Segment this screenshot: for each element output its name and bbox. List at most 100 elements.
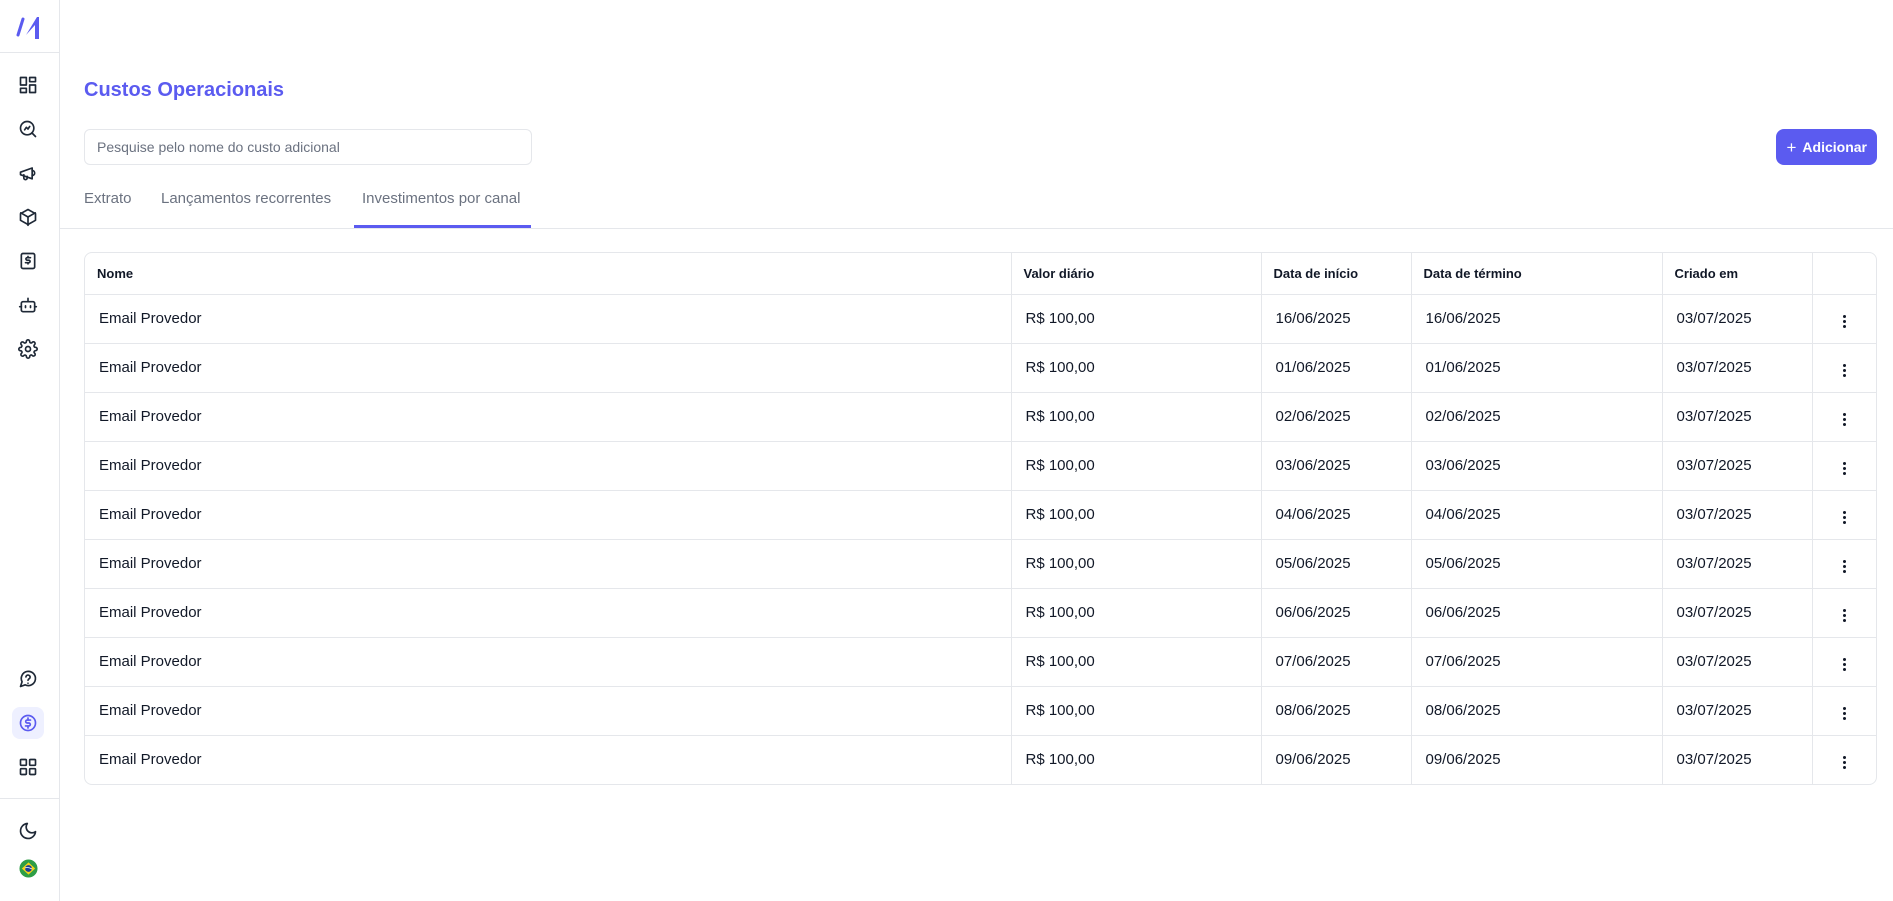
column-header-criado-em[interactable]: Criado em [1662, 253, 1813, 295]
more-options-icon[interactable] [1835, 703, 1854, 724]
cell-data-inicio: 09/06/2025 [1261, 735, 1412, 784]
table-body: Email Provedor R$ 100,00 16/06/2025 16/06/2… [85, 294, 1876, 784]
table-row[interactable]: Email Provedor R$ 100,00 09/06/2025 09/06/2… [85, 735, 1876, 784]
cell-data-inicio: 07/06/2025 [1261, 637, 1412, 687]
more-options-icon[interactable] [1835, 458, 1854, 479]
cell-criado-em: 03/07/2025 [1662, 441, 1813, 491]
cell-actions [1812, 392, 1876, 442]
cell-data-termino: 01/06/2025 [1411, 343, 1663, 393]
cell-nome: Email Provedor [85, 441, 1012, 491]
cell-data-termino: 02/06/2025 [1411, 392, 1663, 442]
more-options-icon[interactable] [1835, 507, 1854, 528]
column-header-valor-diario[interactable]: Valor diário [1011, 253, 1262, 295]
sidebar [0, 0, 60, 901]
settings-icon[interactable] [12, 333, 44, 365]
cell-actions [1812, 588, 1876, 638]
cell-criado-em: 03/07/2025 [1662, 637, 1813, 687]
table-row[interactable]: Email Provedor R$ 100,00 04/06/2025 04/06/2… [85, 490, 1876, 540]
table-row[interactable]: Email Provedor R$ 100,00 02/06/2025 02/06/2… [85, 392, 1876, 442]
dollar-circle-icon[interactable] [12, 707, 44, 739]
cell-actions [1812, 343, 1876, 393]
cell-valor-diario: R$ 100,00 [1011, 392, 1262, 442]
cell-actions [1812, 735, 1876, 784]
help-chat-icon[interactable] [12, 663, 44, 695]
cell-criado-em: 03/07/2025 [1662, 539, 1813, 589]
table-row[interactable]: Email Provedor R$ 100,00 01/06/2025 01/06/2… [85, 343, 1876, 393]
cell-data-termino: 03/06/2025 [1411, 441, 1663, 491]
cell-valor-diario: R$ 100,00 [1011, 637, 1262, 687]
column-header-actions [1812, 253, 1876, 295]
more-options-icon[interactable] [1835, 752, 1854, 773]
package-icon[interactable] [12, 201, 44, 233]
table-row[interactable]: Email Provedor R$ 100,00 07/06/2025 07/06/2… [85, 637, 1876, 687]
app-logo[interactable] [0, 0, 59, 53]
cell-data-inicio: 06/06/2025 [1261, 588, 1412, 638]
cell-data-termino: 08/06/2025 [1411, 686, 1663, 736]
cell-criado-em: 03/07/2025 [1662, 686, 1813, 736]
more-options-icon[interactable] [1835, 556, 1854, 577]
more-options-icon[interactable] [1835, 654, 1854, 675]
cell-actions [1812, 539, 1876, 589]
cell-criado-em: 03/07/2025 [1662, 588, 1813, 638]
sidebar-divider [0, 798, 59, 799]
table-row[interactable]: Email Provedor R$ 100,00 06/06/2025 06/06/2… [85, 588, 1876, 638]
cell-valor-diario: R$ 100,00 [1011, 539, 1262, 589]
megaphone-icon[interactable] [12, 157, 44, 189]
dashboard-icon[interactable] [12, 69, 44, 101]
tab-investimentos-por-canal[interactable]: Investimentos por canal [354, 183, 531, 228]
cell-data-inicio: 04/06/2025 [1261, 490, 1412, 540]
cell-actions [1812, 490, 1876, 540]
cell-nome: Email Provedor [85, 686, 1012, 736]
brazil-flag-icon[interactable] [12, 852, 44, 884]
costs-table: Nome Valor diário Data de início Data de… [84, 252, 1877, 785]
cell-valor-diario: R$ 100,00 [1011, 294, 1262, 344]
dollar-receipt-icon[interactable] [12, 245, 44, 277]
search-input[interactable] [84, 129, 532, 165]
cell-actions [1812, 686, 1876, 736]
cell-nome: Email Provedor [85, 392, 1012, 442]
column-header-nome[interactable]: Nome [85, 253, 1012, 295]
cell-valor-diario: R$ 100,00 [1011, 686, 1262, 736]
cell-data-inicio: 02/06/2025 [1261, 392, 1412, 442]
cell-valor-diario: R$ 100,00 [1011, 735, 1262, 784]
cell-criado-em: 03/07/2025 [1662, 294, 1813, 344]
add-button[interactable]: + Adicionar [1776, 129, 1877, 165]
more-options-icon[interactable] [1835, 409, 1854, 430]
cell-valor-diario: R$ 100,00 [1011, 490, 1262, 540]
cell-actions [1812, 294, 1876, 344]
cell-nome: Email Provedor [85, 539, 1012, 589]
cell-valor-diario: R$ 100,00 [1011, 588, 1262, 638]
cell-valor-diario: R$ 100,00 [1011, 343, 1262, 393]
apps-grid-icon[interactable] [12, 751, 44, 783]
cell-criado-em: 03/07/2025 [1662, 490, 1813, 540]
cell-data-inicio: 08/06/2025 [1261, 686, 1412, 736]
cell-nome: Email Provedor [85, 637, 1012, 687]
moon-icon[interactable] [12, 815, 44, 847]
more-options-icon[interactable] [1835, 311, 1854, 332]
cell-nome: Email Provedor [85, 294, 1012, 344]
page-title: Custos Operacionais [84, 79, 285, 101]
table-row[interactable]: Email Provedor R$ 100,00 08/06/2025 08/06/2… [85, 686, 1876, 736]
table-row[interactable]: Email Provedor R$ 100,00 16/06/2025 16/06/2… [85, 294, 1876, 344]
column-header-data-termino[interactable]: Data de término [1411, 253, 1663, 295]
column-header-data-inicio[interactable]: Data de início [1261, 253, 1412, 295]
table-row[interactable]: Email Provedor R$ 100,00 03/06/2025 03/06/2… [85, 441, 1876, 491]
cell-data-inicio: 01/06/2025 [1261, 343, 1412, 393]
table-header-row: Nome Valor diário Data de início Data de… [85, 253, 1876, 295]
search-analytics-icon[interactable] [12, 113, 44, 145]
cell-data-inicio: 05/06/2025 [1261, 539, 1412, 589]
cell-data-termino: 07/06/2025 [1411, 637, 1663, 687]
bot-icon[interactable] [12, 289, 44, 321]
more-options-icon[interactable] [1835, 360, 1854, 381]
cell-nome: Email Provedor [85, 735, 1012, 784]
cell-nome: Email Provedor [85, 343, 1012, 393]
tab-bar: Extrato Lançamentos recorrentes Investim… [60, 183, 1893, 229]
tab-lancamentos-recorrentes[interactable]: Lançamentos recorrentes [161, 183, 331, 228]
cell-data-inicio: 03/06/2025 [1261, 441, 1412, 491]
more-options-icon[interactable] [1835, 605, 1854, 626]
cell-data-termino: 09/06/2025 [1411, 735, 1663, 784]
cell-valor-diario: R$ 100,00 [1011, 441, 1262, 491]
tab-extrato[interactable]: Extrato [84, 183, 132, 228]
table-row[interactable]: Email Provedor R$ 100,00 05/06/2025 05/06/2… [85, 539, 1876, 589]
cell-data-termino: 04/06/2025 [1411, 490, 1663, 540]
